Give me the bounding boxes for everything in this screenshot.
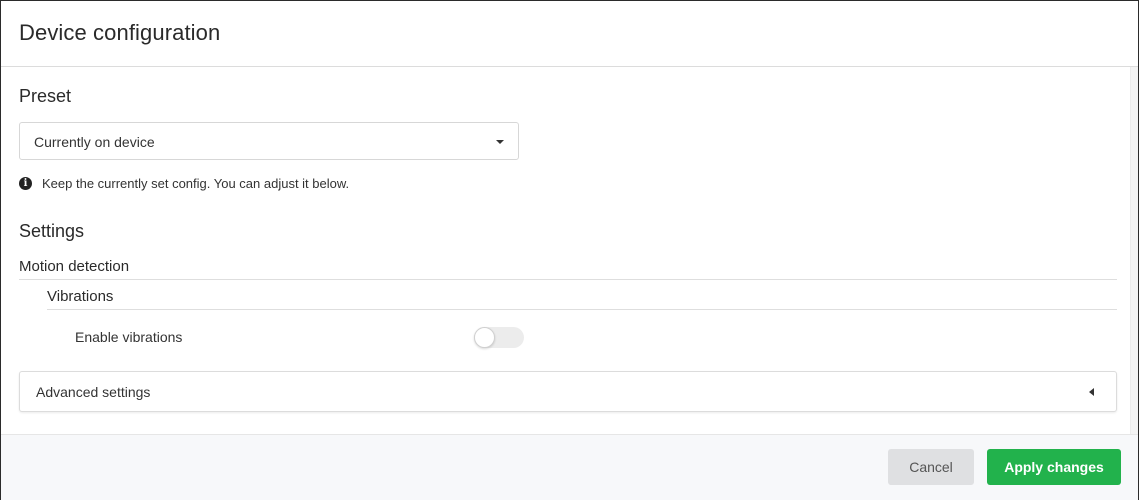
- scrollbar[interactable]: [1130, 67, 1138, 434]
- vibrations-divider: [47, 309, 1117, 310]
- preset-heading: Preset: [19, 86, 72, 106]
- settings-heading: Settings: [19, 221, 85, 241]
- advanced-settings-accordion[interactable]: Advanced settings: [19, 371, 1117, 412]
- caret-left-icon: [1089, 388, 1094, 396]
- enable-vibrations-toggle[interactable]: [474, 327, 524, 348]
- apply-changes-button[interactable]: Apply changes: [987, 449, 1121, 485]
- toggle-knob: [474, 327, 495, 348]
- caret-down-icon: [496, 140, 504, 144]
- dialog-header: Device configuration: [1, 1, 1138, 67]
- device-configuration-dialog: Device configuration Preset Currently on…: [0, 0, 1139, 500]
- motion-detection-label: Motion detection: [19, 258, 130, 275]
- dialog-title: Device configuration: [19, 20, 221, 45]
- preset-info-text: Keep the currently set config. You can a…: [42, 176, 350, 191]
- motion-detection-divider: [19, 279, 1117, 280]
- enable-vibrations-label: Enable vibrations: [75, 329, 183, 345]
- preset-select[interactable]: Currently on device: [19, 122, 519, 160]
- cancel-button[interactable]: Cancel: [888, 449, 974, 485]
- info-circle-icon: i: [19, 177, 32, 190]
- dialog-footer: Cancel Apply changes: [1, 434, 1138, 500]
- vibrations-label: Vibrations: [47, 288, 114, 305]
- advanced-settings-label: Advanced settings: [36, 384, 151, 400]
- preset-selected-value: Currently on device: [34, 134, 155, 150]
